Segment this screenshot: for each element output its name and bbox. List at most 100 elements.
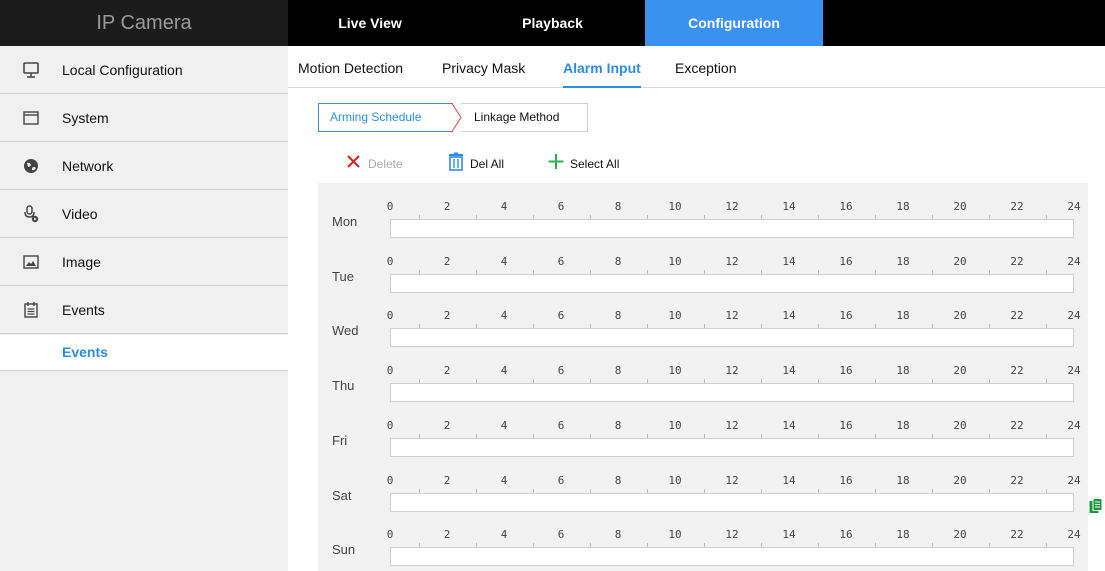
hour-label: 16: [839, 309, 853, 323]
delete-all-button[interactable]: Del All: [446, 150, 516, 174]
hour-label: 0: [386, 364, 394, 378]
sidebar-item-events[interactable]: Events: [0, 286, 288, 334]
top-navigation-bar: IP Camera Live View Playback Configurati…: [0, 0, 1105, 46]
sidebar-item-label: Local Configuration: [62, 62, 183, 78]
hour-label: 14: [782, 309, 796, 323]
hour-label: 8: [614, 200, 622, 213]
sidebar-item-label: Image: [62, 254, 101, 270]
hour-label: 8: [614, 473, 622, 487]
schedule-timeline-bar[interactable]: [390, 273, 1074, 293]
hour-label: 24: [1067, 309, 1081, 323]
hour-label: 16: [839, 200, 853, 213]
schedule-timeline-bar[interactable]: [390, 383, 1074, 403]
day-label: Fri: [332, 432, 348, 448]
sidebar-item-system[interactable]: System: [0, 94, 288, 142]
hour-label: 6: [557, 473, 565, 487]
delete-button[interactable]: Delete: [344, 150, 414, 174]
hour-label: 22: [1010, 364, 1024, 378]
day-label: Sat: [332, 487, 352, 503]
hour-label: 18: [896, 418, 910, 432]
day-label: Wed: [332, 323, 359, 339]
copy-schedule-icon[interactable]: [1089, 498, 1103, 514]
sidebar-item-image[interactable]: Image: [0, 238, 288, 286]
hour-label: 20: [953, 364, 967, 378]
schedule-timeline-bar[interactable]: [390, 547, 1074, 567]
select-all-button[interactable]: Select All: [546, 150, 646, 174]
hour-label: 10: [668, 473, 682, 487]
hour-label: 22: [1010, 528, 1024, 542]
nav-live-view[interactable]: Live View: [300, 0, 440, 46]
hour-label: 20: [953, 528, 967, 542]
hour-label: 12: [725, 528, 739, 542]
hour-label: 22: [1010, 309, 1024, 323]
tab-privacy-mask[interactable]: Privacy Mask: [442, 46, 525, 88]
hour-label: 22: [1010, 254, 1024, 268]
config-tabs: Motion Detection Privacy Mask Alarm Inpu…: [288, 46, 1105, 88]
schedule-row-thu: Thu 0 2 4 6 8 10 12 14 16 18 20 22 24: [318, 355, 1088, 415]
hour-label: 22: [1010, 473, 1024, 487]
day-label: Mon: [332, 214, 358, 229]
day-label: Sun: [332, 542, 356, 558]
schedule-timeline-bar[interactable]: [390, 492, 1074, 512]
hour-label: 24: [1067, 200, 1081, 213]
hour-label: 4: [500, 418, 508, 432]
sidebar-subitem-events[interactable]: Events: [0, 335, 288, 371]
sidebar-item-network[interactable]: Network: [0, 142, 288, 190]
hour-label: 24: [1067, 364, 1081, 378]
day-label: Thu: [332, 378, 355, 394]
schedule-timeline-bar[interactable]: [390, 437, 1074, 457]
hour-label: 0: [386, 528, 394, 542]
nav-playback[interactable]: Playback: [480, 0, 625, 46]
sidebar-item-label: System: [62, 110, 109, 126]
tab-motion-detection[interactable]: Motion Detection: [298, 46, 403, 88]
schedule-row-fri: Fri 0 2 4 6 8 10 12 14 16 18 20 22 24: [318, 410, 1088, 470]
hour-label: 8: [614, 309, 622, 323]
monitor-icon: [23, 62, 39, 78]
hour-label: 18: [896, 254, 910, 268]
select-all-label: Select All: [570, 157, 620, 171]
hour-label: 10: [668, 200, 682, 213]
sidebar-item-video[interactable]: Video: [0, 190, 288, 238]
hour-label: 6: [557, 309, 565, 323]
trash-icon: [449, 152, 463, 171]
hour-label: 10: [668, 254, 682, 268]
subtab-arming-schedule[interactable]: Arming Schedule: [318, 103, 453, 132]
schedule-timeline-bar[interactable]: [390, 219, 1074, 238]
hour-label: 18: [896, 528, 910, 542]
nav-configuration[interactable]: Configuration: [645, 0, 823, 46]
schedule-row-mon: Mon 0 2 4 6 8 10 12 14 16 18 20 22 24: [318, 191, 1088, 251]
hour-label: 4: [500, 364, 508, 378]
hour-label: 6: [557, 200, 565, 213]
sidebar-item-local-configuration[interactable]: Local Configuration: [0, 46, 288, 94]
window-icon: [23, 111, 39, 125]
delete-all-label: Del All: [470, 157, 505, 171]
hour-label: 4: [500, 309, 508, 323]
schedule-timeline-bar[interactable]: [390, 328, 1074, 348]
hour-label: 18: [896, 473, 910, 487]
tab-alarm-input[interactable]: Alarm Input: [563, 46, 641, 88]
hour-label: 4: [500, 200, 508, 213]
hour-label: 2: [443, 200, 451, 213]
hour-label: 20: [953, 254, 967, 268]
hour-label: 6: [557, 254, 565, 268]
hour-label: 4: [500, 473, 508, 487]
hour-label: 10: [668, 364, 682, 378]
hour-label: 16: [839, 364, 853, 378]
hour-label: 16: [839, 254, 853, 268]
hour-label: 0: [386, 418, 394, 432]
subtab-linkage-method[interactable]: Linkage Method: [461, 103, 588, 132]
hour-label: 0: [386, 200, 394, 213]
delete-label: Delete: [368, 157, 403, 171]
hour-label: 2: [443, 254, 451, 268]
hour-label: 14: [782, 200, 796, 213]
hour-label: 16: [839, 473, 853, 487]
schedule-row-sat: Sat 0 2 4 6 8 10 12 14 16 18 20 22 24: [318, 465, 1088, 525]
close-icon: [347, 155, 360, 168]
hour-label: 2: [443, 473, 451, 487]
hour-label: 8: [614, 418, 622, 432]
hour-label: 8: [614, 364, 622, 378]
hour-label: 2: [443, 309, 451, 323]
tab-exception[interactable]: Exception: [675, 46, 736, 88]
sidebar-item-label: Events: [62, 302, 105, 318]
hour-label: 6: [557, 418, 565, 432]
